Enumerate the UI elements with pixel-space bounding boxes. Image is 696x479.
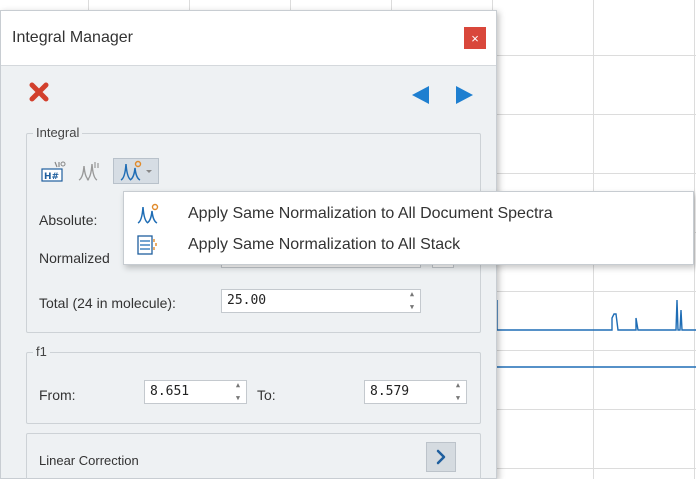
menu-item-label: Apply Same Normalization to All Document… [188, 204, 553, 222]
navigation-toolbar [1, 81, 498, 109]
linear-correction-label: Linear Correction [39, 453, 139, 468]
to-input[interactable]: 8.579 ▲ ▼ [364, 380, 467, 404]
h-number-button[interactable]: H# [41, 158, 67, 184]
integral-legend: Integral [33, 125, 83, 140]
from-value: 8.651 [150, 384, 190, 399]
spectra-normalize-icon [134, 202, 160, 226]
previous-arrow-icon[interactable] [409, 85, 431, 108]
next-arrow-icon[interactable] [454, 85, 476, 108]
total-value: 25.00 [227, 293, 267, 308]
integral-peaks-button[interactable] [77, 158, 103, 184]
total-label: Total (24 in molecule): [39, 295, 176, 311]
f1-legend: f1 [33, 344, 50, 359]
chevron-down-icon [146, 170, 152, 173]
to-label: To: [257, 387, 276, 403]
delete-integral-icon[interactable] [28, 81, 50, 106]
to-value: 8.579 [370, 384, 410, 399]
total-input[interactable]: 25.00 ▲ ▼ [221, 289, 421, 313]
stack-normalize-icon [134, 233, 160, 257]
svg-text:H#: H# [44, 172, 59, 182]
f1-group: f1 From: 8.651 ▲ ▼ To: 8.579 ▲ ▼ [26, 344, 481, 424]
close-icon: × [471, 30, 479, 46]
from-input[interactable]: 8.651 ▲ ▼ [144, 380, 247, 404]
chevron-right-icon [436, 449, 446, 465]
integral-icon-row: H# [41, 158, 159, 184]
menu-item-all-stack[interactable]: Apply Same Normalization to All Stack [124, 229, 693, 260]
from-spinner[interactable]: ▲ ▼ [233, 382, 243, 402]
close-button[interactable]: × [464, 27, 486, 49]
panel-titlebar[interactable]: Integral Manager × [1, 11, 496, 66]
linear-correction-section: Linear Correction [26, 433, 481, 479]
normalization-menu: Apply Same Normalization to All Document… [123, 191, 694, 265]
normalization-dropdown-button[interactable] [113, 158, 159, 184]
spectrum-trace-upper [496, 299, 696, 331]
from-label: From: [39, 387, 76, 403]
integral-peaks-icon [78, 162, 99, 181]
panel-title: Integral Manager [12, 29, 133, 46]
total-spinner[interactable]: ▲ ▼ [407, 291, 417, 311]
linear-correction-expand-button[interactable] [426, 442, 456, 472]
absolute-label: Absolute: [39, 212, 98, 228]
to-spinner[interactable]: ▲ ▼ [453, 382, 463, 402]
normalization-icon [120, 160, 142, 181]
normalized-label: Normalized [39, 250, 110, 266]
menu-item-all-document-spectra[interactable]: Apply Same Normalization to All Document… [124, 198, 693, 229]
menu-item-label: Apply Same Normalization to All Stack [188, 235, 461, 253]
h-number-icon: H# [41, 161, 66, 182]
